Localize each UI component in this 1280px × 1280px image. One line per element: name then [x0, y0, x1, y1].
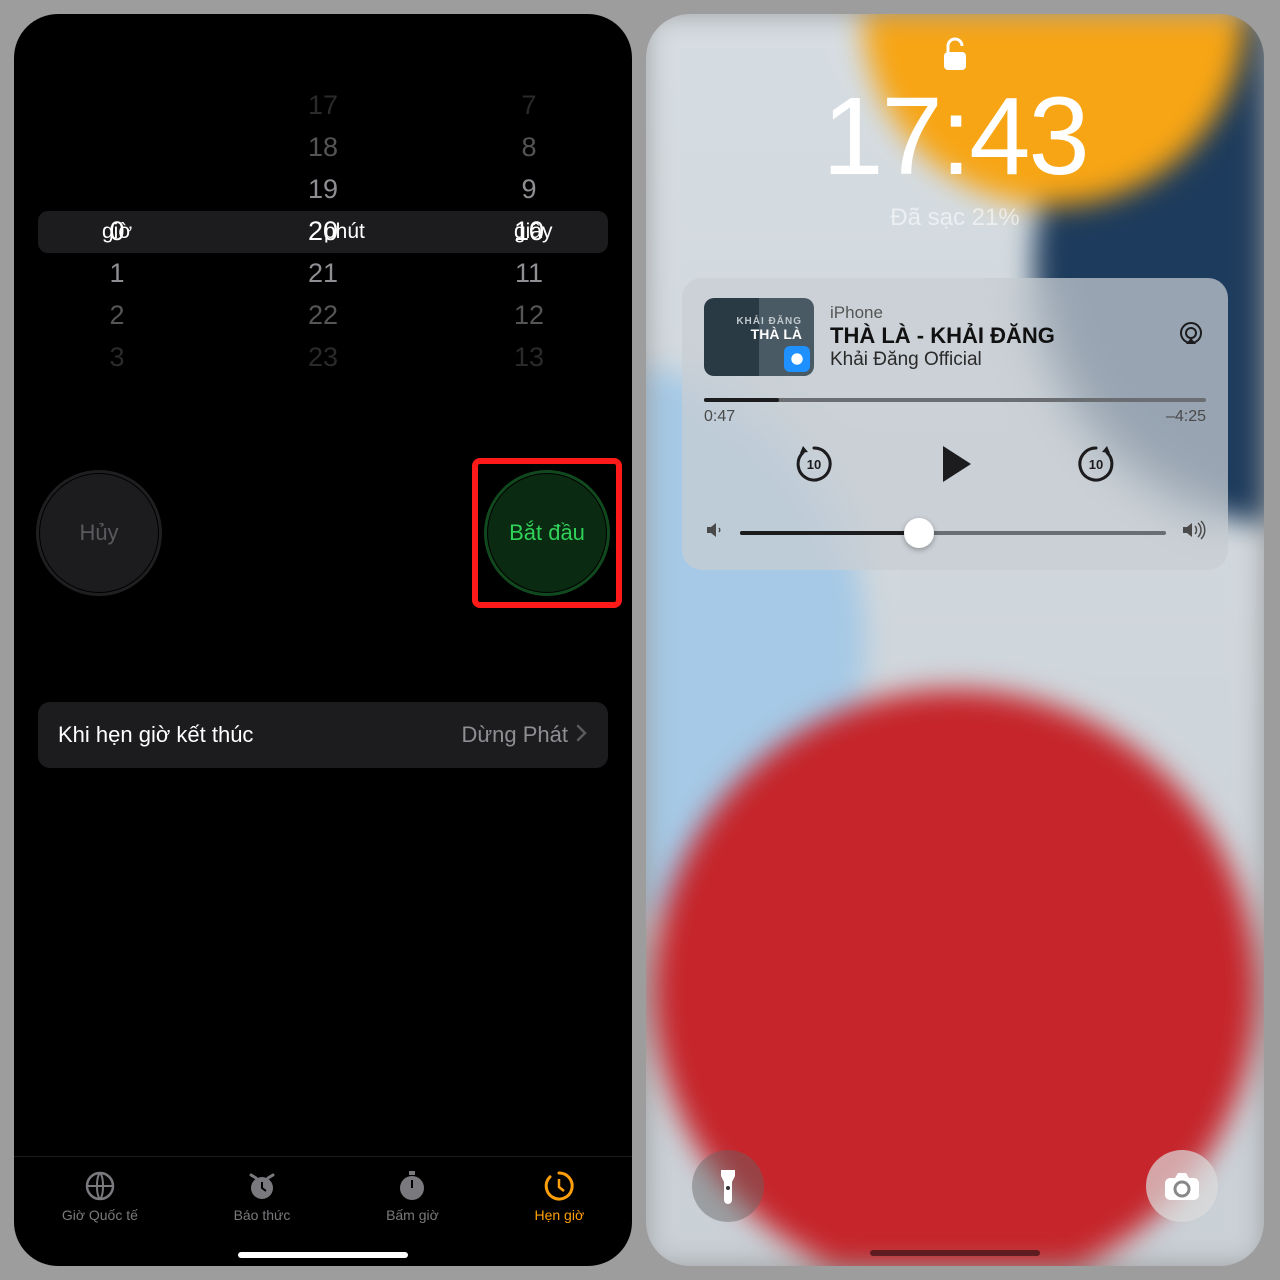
chevron-right-icon: [576, 722, 588, 748]
picker-opt[interactable]: 23: [221, 336, 425, 378]
picker-opt[interactable]: 19: [221, 168, 425, 210]
tab-label: Báo thức: [234, 1207, 291, 1223]
svg-text:10: 10: [806, 457, 820, 472]
seconds-column[interactable]: 7 8 9 10 11 12 13: [427, 84, 631, 374]
picker-opt[interactable]: 0: [15, 210, 219, 252]
highlight-annotation: [472, 458, 622, 608]
tab-timer[interactable]: Hẹn giờ: [534, 1169, 584, 1223]
album-art: KHẢI ĐĂNG THÀ LÀ: [704, 298, 814, 376]
volume-slider[interactable]: [740, 531, 1166, 535]
picker-opt[interactable]: 10: [427, 210, 631, 252]
time-elapsed: 0:47: [704, 408, 735, 426]
hours-column[interactable]: 0 1 2 3: [15, 84, 219, 374]
picker-opt[interactable]: 2: [15, 294, 219, 336]
flashlight-button[interactable]: [692, 1150, 764, 1222]
lock-screen: 17:43 Đã sạc 21% KHẢI ĐĂNG THÀ LÀ iPhone…: [646, 14, 1264, 1266]
play-button[interactable]: [931, 440, 979, 493]
tab-label: Giờ Quốc tế: [62, 1207, 138, 1223]
airplay-icon[interactable]: [1176, 320, 1206, 355]
picker-opt[interactable]: 3: [15, 336, 219, 378]
timer-screen: 0 1 2 3 17 18 19 20 21 22 23 7 8 9 10 11…: [14, 14, 632, 1266]
tab-label: Bấm giờ: [386, 1207, 439, 1223]
picker-opt[interactable]: [15, 84, 219, 126]
picker-opt[interactable]: 1: [15, 252, 219, 294]
time-picker[interactable]: 0 1 2 3 17 18 19 20 21 22 23 7 8 9 10 11…: [14, 84, 632, 374]
picker-opt[interactable]: 13: [427, 336, 631, 378]
tab-label: Hẹn giờ: [534, 1207, 584, 1223]
lock-clock: 17:43: [822, 73, 1087, 200]
when-ends-label: Khi hẹn giờ kết thúc: [58, 722, 462, 748]
camera-button[interactable]: [1146, 1150, 1218, 1222]
media-widget[interactable]: KHẢI ĐĂNG THÀ LÀ iPhone THÀ LÀ - KHẢI ĐĂ…: [682, 278, 1228, 570]
volume-high-icon: [1180, 519, 1206, 546]
tab-world-clock[interactable]: Giờ Quốc tế: [62, 1169, 138, 1223]
picker-opt[interactable]: 8: [427, 126, 631, 168]
when-ends-value: Dừng Phát: [462, 722, 568, 748]
picker-opt[interactable]: 11: [427, 252, 631, 294]
home-indicator[interactable]: [870, 1250, 1040, 1256]
charge-status: Đã sạc 21%: [890, 204, 1019, 232]
picker-opt[interactable]: 21: [221, 252, 425, 294]
when-timer-ends-row[interactable]: Khi hẹn giờ kết thúc Dừng Phát: [38, 702, 608, 768]
time-remaining: –4:25: [1166, 408, 1206, 426]
tab-bar: Giờ Quốc tế Báo thức Bấm giờ Hẹn giờ: [14, 1156, 632, 1266]
skip-forward-button[interactable]: 10: [1074, 442, 1118, 491]
minutes-column[interactable]: 17 18 19 20 21 22 23: [221, 84, 425, 374]
art-text: THÀ LÀ: [751, 326, 802, 342]
tab-alarm[interactable]: Báo thức: [234, 1169, 291, 1223]
svg-text:10: 10: [1089, 457, 1103, 472]
skip-back-button[interactable]: 10: [792, 442, 836, 491]
picker-opt[interactable]: 18: [221, 126, 425, 168]
media-artist: Khải Đăng Official: [830, 349, 1160, 371]
picker-opt[interactable]: 22: [221, 294, 425, 336]
media-source: iPhone: [830, 303, 1160, 323]
progress-bar[interactable]: [704, 398, 1206, 402]
media-title: THÀ LÀ - KHẢI ĐĂNG: [830, 323, 1160, 349]
home-indicator[interactable]: [238, 1252, 408, 1258]
picker-opt[interactable]: 7: [427, 84, 631, 126]
safari-icon: [784, 346, 810, 372]
picker-opt[interactable]: 9: [427, 168, 631, 210]
picker-opt[interactable]: 12: [427, 294, 631, 336]
picker-opt[interactable]: 20: [221, 210, 425, 252]
picker-opt[interactable]: [15, 168, 219, 210]
volume-low-icon: [704, 519, 726, 546]
cancel-button[interactable]: Hủy: [40, 474, 158, 592]
tab-stopwatch[interactable]: Bấm giờ: [386, 1169, 439, 1223]
picker-opt[interactable]: 17: [221, 84, 425, 126]
picker-opt[interactable]: [15, 126, 219, 168]
